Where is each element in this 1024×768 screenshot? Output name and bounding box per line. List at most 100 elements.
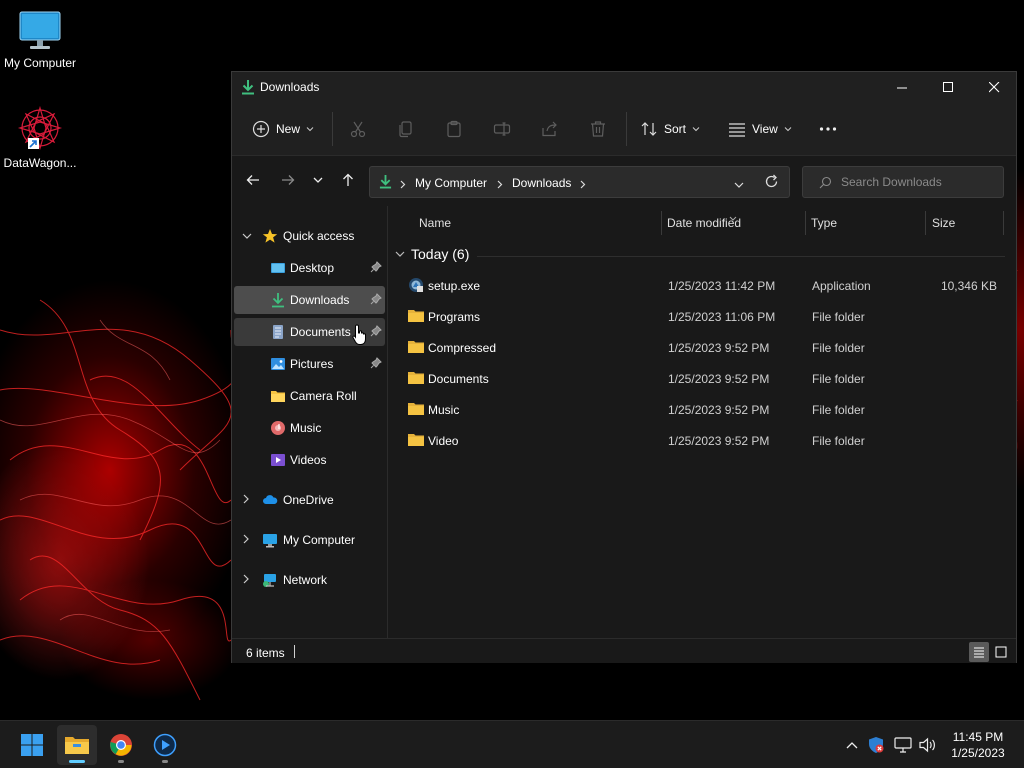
chevron-right-icon [242,493,250,507]
windows-logo-icon [21,734,43,756]
file-row-programs[interactable]: Programs 1/25/2023 11:06 PM File folder [397,301,1007,331]
sidebar-item-videos[interactable]: Videos [234,446,385,474]
sort-icon [641,122,657,136]
sidebar-item-label: Videos [290,453,327,467]
column-header-date[interactable]: Date modified [667,206,741,240]
file-row-documents[interactable]: Documents 1/25/2023 9:52 PM File folder [397,363,1007,393]
sidebar-item-quick-access[interactable]: Quick access [234,222,385,250]
close-button[interactable] [971,72,1017,102]
datawagon-shortcut-icon [17,105,63,151]
sidebar-item-pictures[interactable]: Pictures [234,350,385,378]
network-tray-button[interactable] [893,735,913,755]
toolbar-separator [626,112,627,146]
window-title: Downloads [260,80,320,94]
file-row-setup-exe[interactable]: setup.exe 1/25/2023 11:42 PM Application… [397,270,1007,300]
sidebar-item-label: Documents [290,325,351,339]
column-divider[interactable] [805,211,806,235]
back-button[interactable] [239,166,267,194]
folder-icon [407,339,425,355]
sidebar-item-network[interactable]: Network [234,566,385,594]
sidebar-item-my-computer[interactable]: My Computer [234,526,385,554]
taskbar-chrome[interactable] [101,725,141,765]
rename-button[interactable] [490,117,514,141]
folder-icon [407,308,425,324]
pictures-icon [270,356,286,372]
column-divider[interactable] [925,211,926,235]
refresh-button[interactable] [764,174,779,192]
desktop-icon-my-computer[interactable]: My Computer [0,8,80,70]
maximize-button[interactable] [925,72,971,102]
search-input[interactable] [841,175,991,189]
file-row-video[interactable]: Video 1/25/2023 9:52 PM File folder [397,425,1007,455]
recent-locations-button[interactable] [304,166,332,194]
large-icons-view-button[interactable] [991,642,1011,662]
start-button[interactable] [12,725,52,765]
column-header-size[interactable]: Size [932,206,955,240]
breadcrumb-my-computer[interactable]: My Computer [415,176,487,190]
chevron-down-icon [242,229,252,243]
file-row-music[interactable]: Music 1/25/2023 9:52 PM File folder [397,394,1007,424]
sidebar-item-desktop[interactable]: Desktop [234,254,385,282]
sidebar-item-label: OneDrive [283,493,334,507]
music-icon [270,420,286,436]
more-options-button[interactable] [816,117,840,141]
security-tray-button[interactable] [866,735,886,755]
share-button[interactable] [538,117,562,141]
folder-icon [407,401,425,417]
address-bar-row: My Computer Downloads [232,156,1016,206]
file-name: setup.exe [428,279,481,293]
cloud-icon [262,492,278,508]
desktop-icon-datawagon[interactable]: DataWagon... [0,104,80,170]
forward-button[interactable] [274,166,302,194]
sort-button[interactable]: Sort [640,114,700,144]
column-divider[interactable] [1003,211,1004,235]
cut-button[interactable] [346,117,370,141]
column-header-type[interactable]: Type [811,206,837,240]
copy-button[interactable] [394,117,418,141]
details-view-button[interactable] [969,642,989,662]
taskbar-file-explorer[interactable] [57,725,97,765]
command-bar: New Sort View [232,102,1016,156]
address-bar[interactable]: My Computer Downloads [369,166,790,198]
title-bar[interactable]: Downloads [232,72,1016,102]
application-setup-icon [407,277,425,293]
sidebar-item-onedrive[interactable]: OneDrive [234,486,385,514]
search-box[interactable] [802,166,1004,198]
sidebar-item-downloads[interactable]: Downloads [234,286,385,314]
chevron-down-icon [784,127,792,132]
column-header-name[interactable]: Name [419,206,451,240]
minimize-icon [896,87,907,88]
up-button[interactable] [334,166,362,194]
download-icon [379,174,392,192]
new-button[interactable]: New [252,114,314,144]
group-header-today[interactable]: Today (6) [395,246,469,262]
sidebar-item-camera-roll[interactable]: Camera Roll [234,382,385,410]
sidebar-item-label: Camera Roll [290,389,357,403]
status-divider [294,645,295,658]
column-divider[interactable] [661,211,662,235]
arrow-right-icon [282,175,295,185]
minimize-button[interactable] [879,72,925,102]
chevron-right-icon [497,178,503,192]
file-date: 1/25/2023 9:52 PM [668,403,770,417]
taskbar-clock[interactable]: 11:45 PM 1/25/2023 [940,729,1016,761]
file-row-compressed[interactable]: Compressed 1/25/2023 9:52 PM File folder [397,332,1007,362]
sidebar-item-label: Pictures [290,357,334,371]
view-button[interactable]: View [728,114,792,144]
address-history-button[interactable] [734,178,744,192]
volume-tray-button[interactable] [918,735,938,755]
folder-icon [407,370,425,386]
breadcrumb-downloads[interactable]: Downloads [512,176,571,190]
chevron-right-icon [242,533,250,547]
clock-date: 1/25/2023 [951,746,1005,760]
sidebar-item-music[interactable]: Music [234,414,385,442]
network-icon [262,572,278,588]
file-explorer-icon [65,737,89,754]
sidebar-item-label: Desktop [290,261,335,275]
taskbar-media-player[interactable] [145,725,185,765]
chevron-right-icon [400,178,406,192]
delete-button[interactable] [586,117,610,141]
chevron-right-icon [580,178,586,192]
paste-button[interactable] [442,117,466,141]
show-hidden-icons-button[interactable] [842,735,862,755]
